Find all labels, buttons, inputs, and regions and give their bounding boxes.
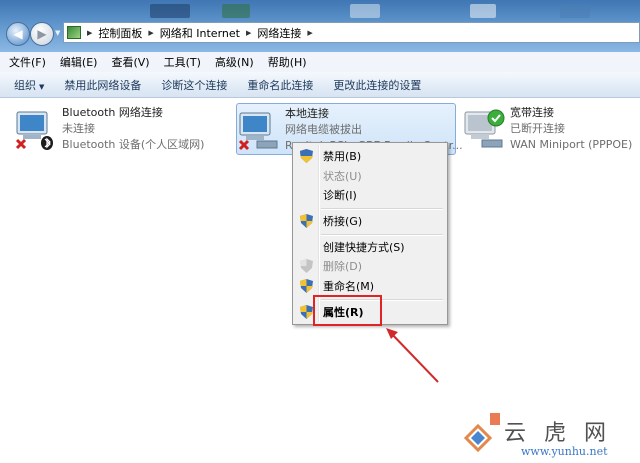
back-button[interactable]: ◀ xyxy=(6,22,30,46)
svg-text:虎: 虎 xyxy=(544,421,566,446)
menu-advanced[interactable]: 高级(N) xyxy=(208,54,261,70)
glass-decoration xyxy=(470,4,496,18)
network-adapter-icon xyxy=(464,109,505,148)
menu-item-label: 诊断(I) xyxy=(323,189,357,202)
menu-item-label: 桥接(G) xyxy=(323,215,363,228)
uac-shield-icon xyxy=(300,279,313,293)
chevron-down-icon: ▼ xyxy=(39,82,45,91)
network-adapter-icon xyxy=(238,112,278,151)
connection-name: Bluetooth 网络连接 xyxy=(62,106,163,119)
arrow-left-icon: ◀ xyxy=(13,27,23,41)
menu-item-delete[interactable]: 删除(D) xyxy=(295,256,445,276)
command-toolbar: 组织 ▼ 禁用此网络设备 诊断这个连接 重命名此连接 更改此连接的设置 xyxy=(0,72,640,98)
breadcrumb-network-internet[interactable]: 网络和 Internet xyxy=(160,25,240,41)
connection-status: 网络电缆被拔出 xyxy=(285,123,362,136)
breadcrumb-control-panel[interactable]: 控制面板 xyxy=(98,25,142,41)
glass-decoration xyxy=(560,4,590,18)
menu-view[interactable]: 查看(V) xyxy=(104,54,156,70)
menu-separator xyxy=(321,234,443,236)
menu-item-status[interactable]: 状态(U) xyxy=(295,166,445,186)
menu-item-label: 禁用(B) xyxy=(323,150,362,163)
chevron-right-icon[interactable]: ▶ xyxy=(148,29,153,37)
chevron-right-icon[interactable]: ▶ xyxy=(87,29,92,37)
connection-broadband[interactable]: 宽带连接 已断开连接 WAN Miniport (PPPOE) xyxy=(462,103,638,155)
menu-tools[interactable]: 工具(T) xyxy=(157,54,208,70)
organize-button[interactable]: 组织 ▼ xyxy=(0,77,54,93)
menu-item-label: 状态(U) xyxy=(323,170,362,183)
menu-help[interactable]: 帮助(H) xyxy=(261,54,314,70)
chevron-right-icon[interactable]: ▶ xyxy=(246,29,251,37)
connection-device: WAN Miniport (PPPOE) xyxy=(510,138,633,151)
connection-status: 已断开连接 xyxy=(510,122,565,135)
menu-item-label: 删除(D) xyxy=(323,260,363,273)
connection-device: Bluetooth 设备(个人区域网) xyxy=(62,138,205,151)
connection-name: 宽带连接 xyxy=(510,106,554,119)
glass-decoration xyxy=(150,4,190,18)
menu-item-rename[interactable]: 重命名(M) xyxy=(295,276,445,296)
glass-decoration xyxy=(350,4,380,18)
menu-item-diagnose[interactable]: 诊断(I) xyxy=(295,185,445,205)
address-bar[interactable]: ▶ 控制面板 ▶ 网络和 Internet ▶ 网络连接 ▶ xyxy=(63,22,640,43)
annotation-highlight-box xyxy=(313,295,382,326)
svg-text:云: 云 xyxy=(504,421,526,446)
watermark-url: www.yunhu.net xyxy=(521,445,608,458)
menu-file[interactable]: 文件(F) xyxy=(0,54,53,70)
chevron-right-icon[interactable]: ▶ xyxy=(307,29,312,37)
uac-shield-icon xyxy=(300,214,313,228)
arrow-right-icon: ▶ xyxy=(37,27,47,41)
uac-shield-icon xyxy=(300,149,313,163)
organize-label: 组织 xyxy=(14,78,36,92)
menu-bar: 文件(F) 编辑(E) 查看(V) 工具(T) 高级(N) 帮助(H) xyxy=(0,52,640,72)
connection-bluetooth[interactable]: Bluetooth 网络连接 未连接 Bluetooth 设备(个人区域网) xyxy=(14,103,214,155)
connection-name: 本地连接 xyxy=(285,107,329,120)
control-panel-icon xyxy=(67,26,81,39)
change-settings-button[interactable]: 更改此连接的设置 xyxy=(323,77,431,93)
connection-status: 未连接 xyxy=(62,122,95,135)
diagnose-connection-button[interactable]: 诊断这个连接 xyxy=(151,77,237,93)
menu-item-disable[interactable]: 禁用(B) xyxy=(295,146,445,166)
breadcrumb-network-connections[interactable]: 网络连接 xyxy=(257,25,301,41)
menu-item-label: 重命名(M) xyxy=(323,280,375,293)
menu-item-bridge[interactable]: 桥接(G) xyxy=(295,211,445,231)
menu-item-create-shortcut[interactable]: 创建快捷方式(S) xyxy=(295,237,445,257)
annotation-arrow xyxy=(386,328,439,383)
forward-button[interactable]: ▶ xyxy=(30,22,54,46)
network-adapter-icon xyxy=(15,111,53,150)
menu-edit[interactable]: 编辑(E) xyxy=(53,54,105,70)
svg-text:网: 网 xyxy=(584,421,606,446)
disable-device-button[interactable]: 禁用此网络设备 xyxy=(54,77,151,93)
recent-pages-dropdown[interactable]: ▼ xyxy=(55,29,60,37)
rename-connection-button[interactable]: 重命名此连接 xyxy=(237,77,323,93)
uac-shield-icon xyxy=(300,259,313,273)
window-title-bar: ◀ ▶ ▼ ▶ 控制面板 ▶ 网络和 Internet ▶ 网络连接 ▶ xyxy=(0,0,640,52)
glass-decoration xyxy=(222,4,250,18)
menu-separator xyxy=(321,208,443,210)
menu-item-label: 创建快捷方式(S) xyxy=(323,241,405,254)
uac-shield-icon xyxy=(300,305,313,319)
